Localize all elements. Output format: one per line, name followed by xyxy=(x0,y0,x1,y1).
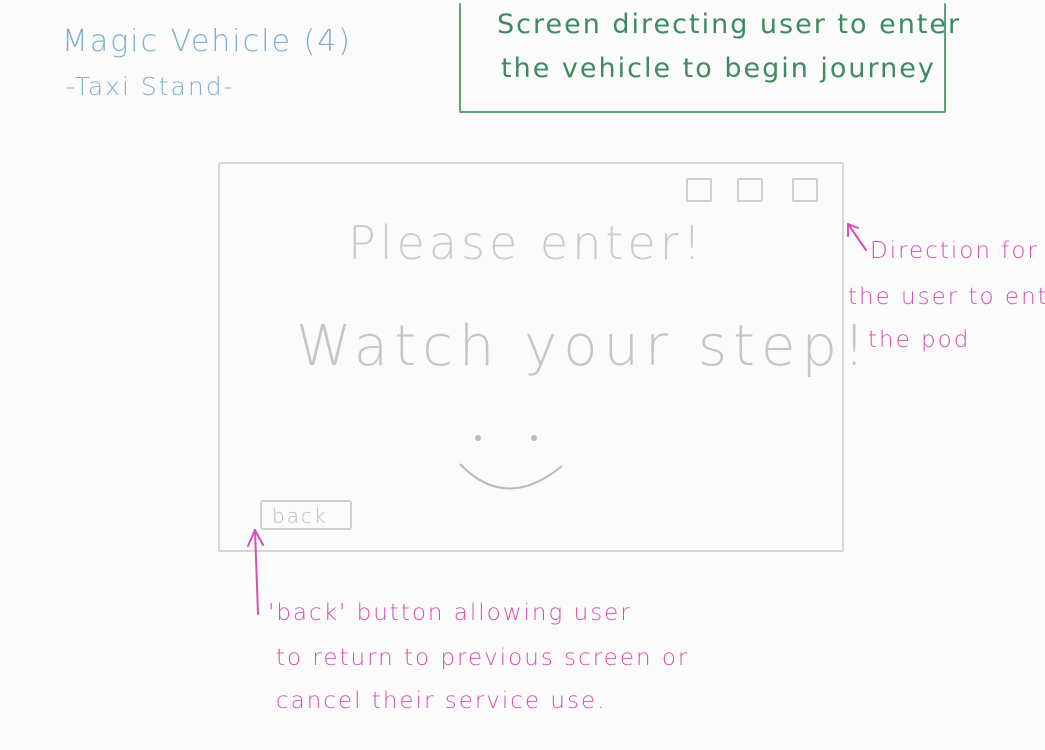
annotation-arrows xyxy=(247,223,867,615)
direction-arrow-icon xyxy=(847,223,867,251)
back-arrow-icon xyxy=(247,529,264,615)
